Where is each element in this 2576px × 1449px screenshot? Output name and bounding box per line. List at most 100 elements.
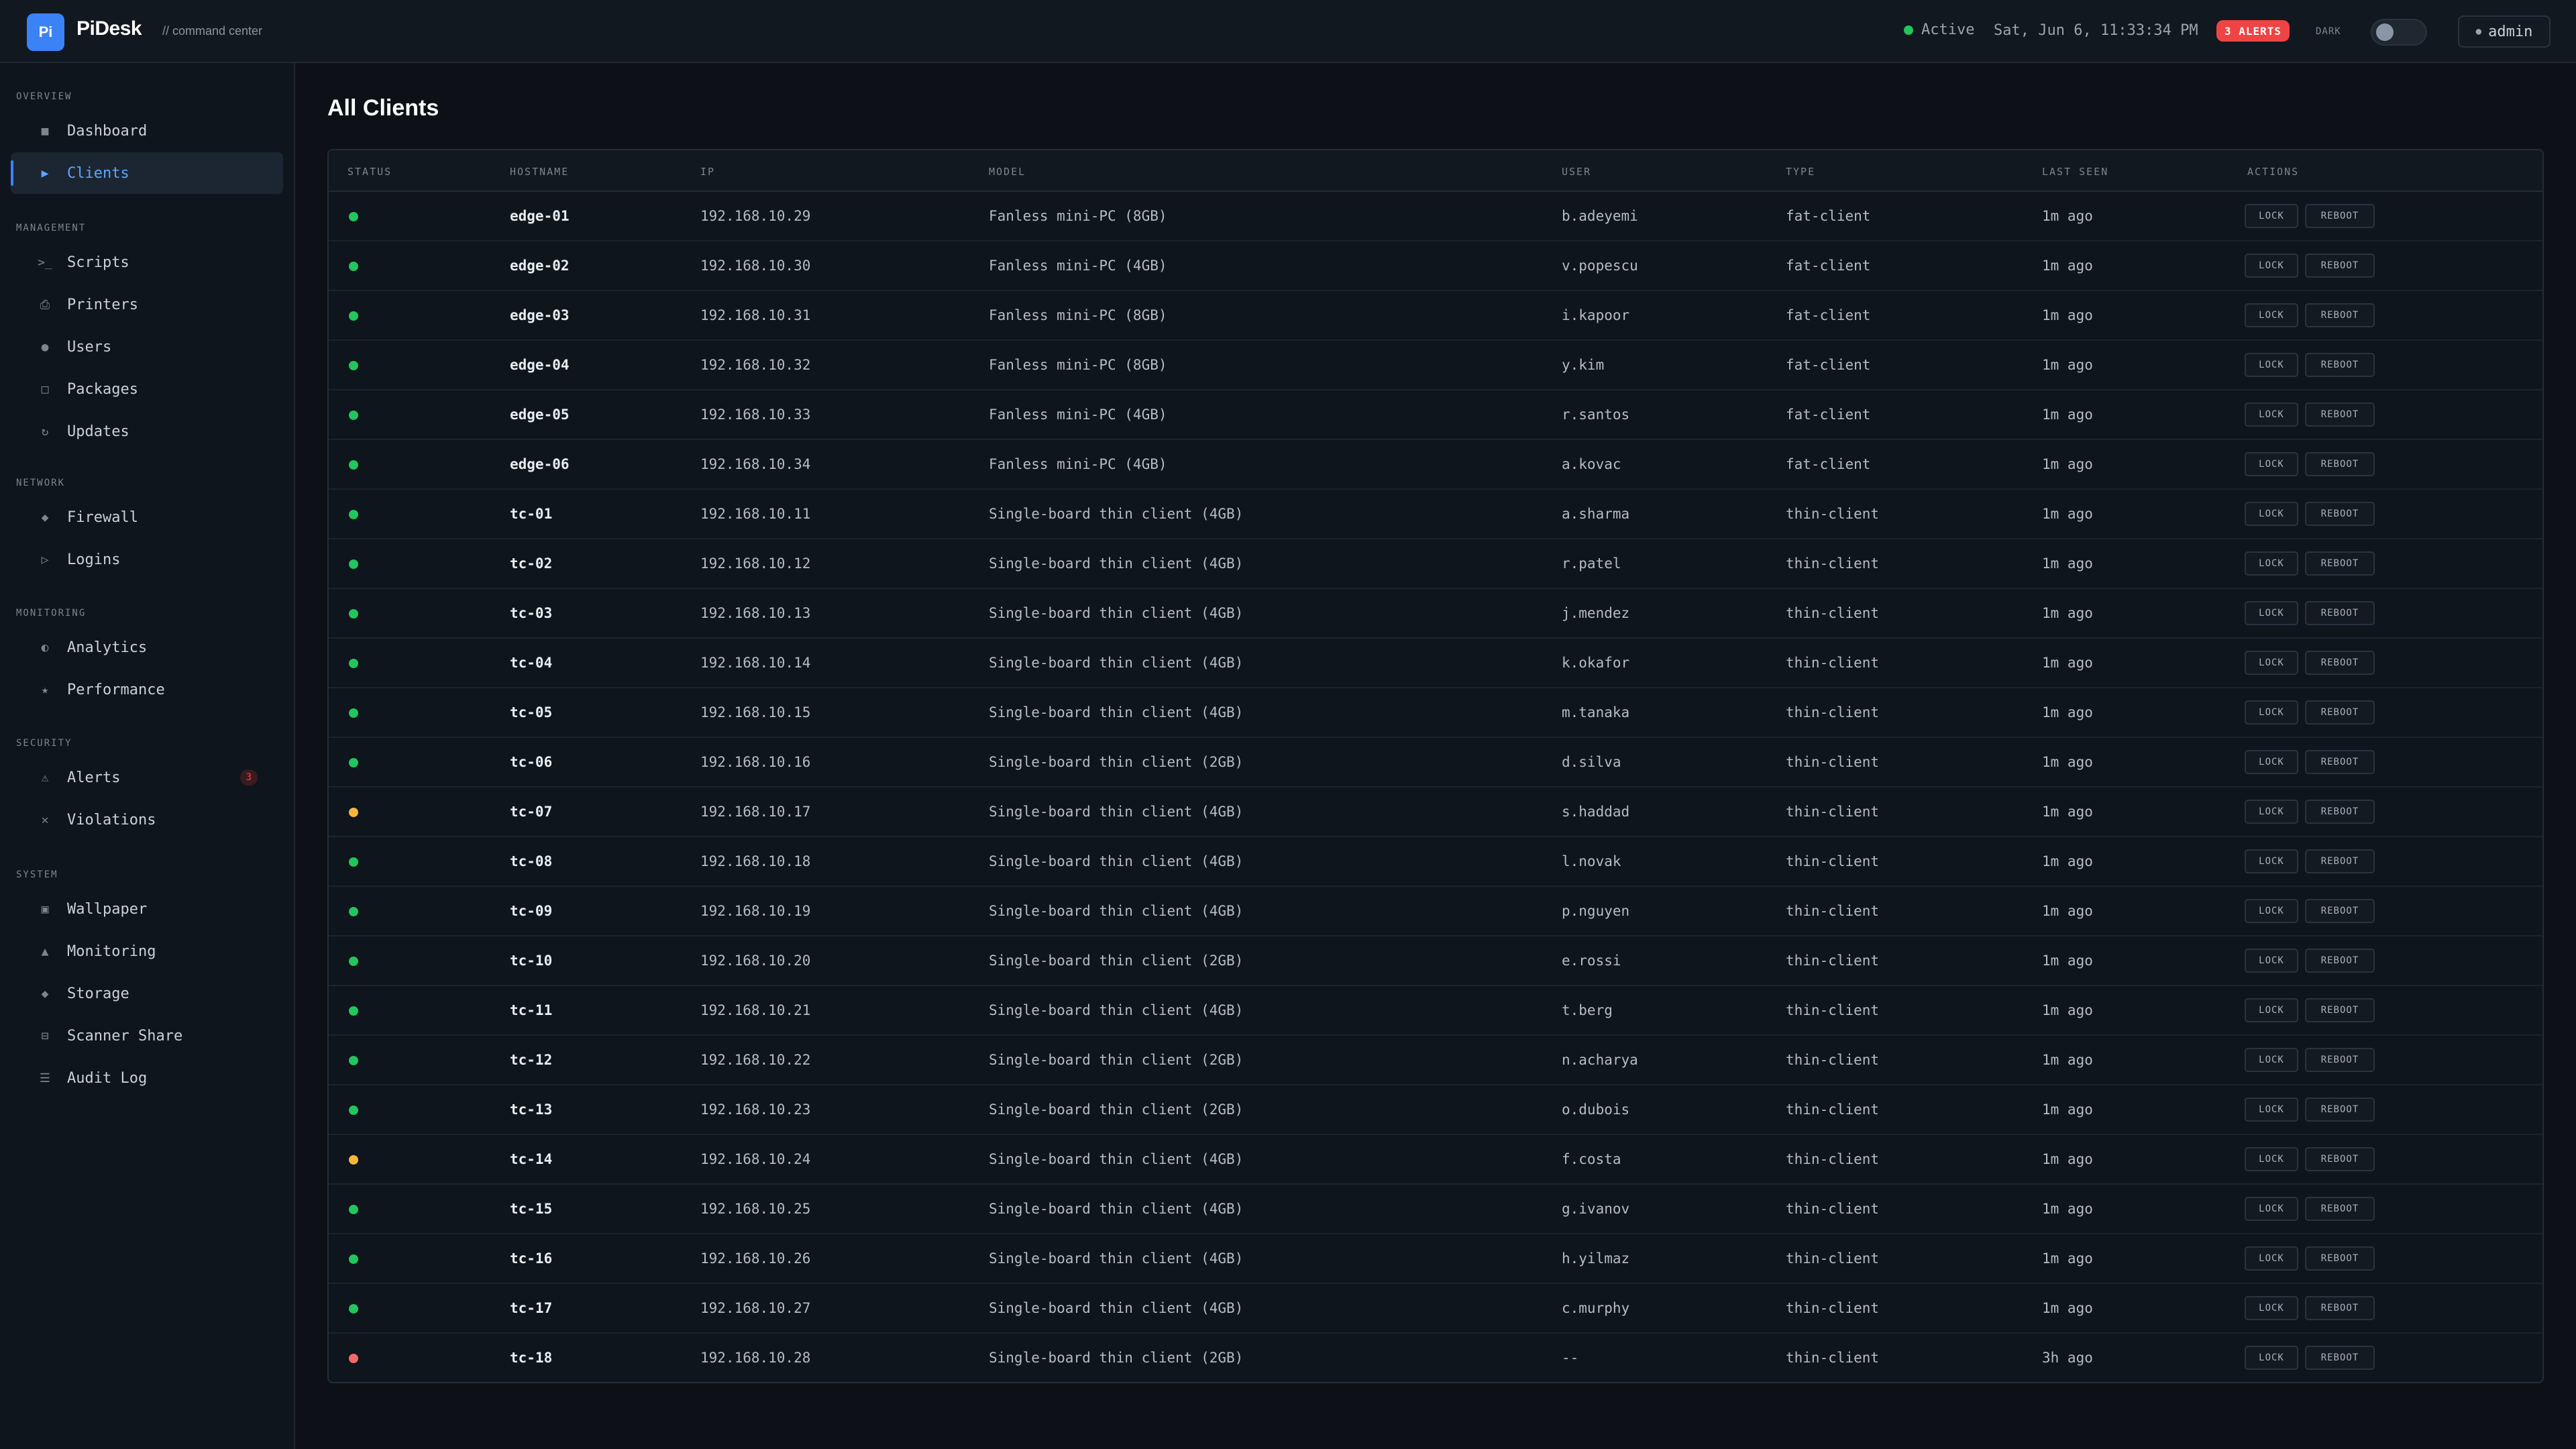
lock-button[interactable]: LOCK — [2245, 1246, 2298, 1271]
table-row[interactable]: tc-14 192.168.10.24 Single-board thin clie… — [329, 1135, 2542, 1185]
table-row[interactable]: edge-02 192.168.10.30 Fanless mini-PC (4GB… — [329, 241, 2542, 291]
sidebar-item-monitoring[interactable]: ▲ Monitoring — [11, 930, 283, 972]
user-menu-button[interactable]: ● admin — [2458, 15, 2551, 48]
reboot-button[interactable]: REBOOT — [2305, 800, 2375, 824]
lock-button[interactable]: LOCK — [2245, 1296, 2298, 1320]
lock-button[interactable]: LOCK — [2245, 750, 2298, 774]
sidebar-item-storage[interactable]: ◆ Storage — [11, 973, 283, 1014]
table-row[interactable]: edge-05 192.168.10.33 Fanless mini-PC (4GB… — [329, 390, 2542, 440]
sidebar-item-wallpaper[interactable]: ▣ Wallpaper — [11, 888, 283, 930]
sidebar-item-printers[interactable]: ⎙ Printers — [11, 284, 283, 325]
reboot-button[interactable]: REBOOT — [2305, 849, 2375, 873]
sidebar-item-performance[interactable]: ★ Performance — [11, 669, 283, 710]
reboot-button[interactable]: REBOOT — [2305, 601, 2375, 625]
reboot-button[interactable]: REBOOT — [2305, 502, 2375, 526]
reboot-button[interactable]: REBOOT — [2305, 1147, 2375, 1171]
sidebar-item-packages[interactable]: □ Packages — [11, 368, 283, 410]
table-row[interactable]: tc-15 192.168.10.25 Single-board thin clie… — [329, 1185, 2542, 1234]
reboot-button[interactable]: REBOOT — [2305, 254, 2375, 278]
lock-button[interactable]: LOCK — [2245, 998, 2298, 1022]
sidebar-item-scanner-share[interactable]: ⊟ Scanner Share — [11, 1015, 283, 1057]
table-row[interactable]: tc-11 192.168.10.21 Single-board thin clie… — [329, 986, 2542, 1036]
lock-button[interactable]: LOCK — [2245, 800, 2298, 824]
table-row[interactable]: tc-12 192.168.10.22 Single-board thin clie… — [329, 1036, 2542, 1085]
column-header-user[interactable]: USER — [1562, 166, 1591, 178]
reboot-button[interactable]: REBOOT — [2305, 402, 2375, 427]
table-row[interactable]: tc-17 192.168.10.27 Single-board thin clie… — [329, 1284, 2542, 1334]
table-row[interactable]: tc-05 192.168.10.15 Single-board thin clie… — [329, 688, 2542, 738]
table-row[interactable]: tc-08 192.168.10.18 Single-board thin clie… — [329, 837, 2542, 887]
column-header-hostname[interactable]: HOSTNAME — [510, 166, 569, 178]
sidebar-item-users[interactable]: ● Users — [11, 326, 283, 368]
reboot-button[interactable]: REBOOT — [2305, 303, 2375, 327]
lock-button[interactable]: LOCK — [2245, 1346, 2298, 1370]
lock-button[interactable]: LOCK — [2245, 651, 2298, 675]
reboot-button[interactable]: REBOOT — [2305, 1197, 2375, 1221]
sidebar-item-dashboard[interactable]: ■ Dashboard — [11, 110, 283, 152]
lock-button[interactable]: LOCK — [2245, 1048, 2298, 1072]
table-row[interactable]: tc-06 192.168.10.16 Single-board thin clie… — [329, 738, 2542, 788]
dark-mode-toggle[interactable] — [2371, 19, 2427, 46]
lock-button[interactable]: LOCK — [2245, 1147, 2298, 1171]
lock-button[interactable]: LOCK — [2245, 502, 2298, 526]
table-row[interactable]: edge-01 192.168.10.29 Fanless mini-PC (8GB… — [329, 192, 2542, 241]
sidebar-item-analytics[interactable]: ◐ Analytics — [11, 627, 283, 668]
lock-button[interactable]: LOCK — [2245, 303, 2298, 327]
lock-button[interactable]: LOCK — [2245, 899, 2298, 923]
table-row[interactable]: tc-04 192.168.10.14 Single-board thin clie… — [329, 639, 2542, 688]
sidebar-item-firewall[interactable]: ◆ Firewall — [11, 496, 283, 538]
lock-button[interactable]: LOCK — [2245, 1197, 2298, 1221]
reboot-button[interactable]: REBOOT — [2305, 1296, 2375, 1320]
lock-button[interactable]: LOCK — [2245, 949, 2298, 973]
column-header-ip[interactable]: IP — [700, 166, 715, 178]
reboot-button[interactable]: REBOOT — [2305, 998, 2375, 1022]
lock-button[interactable]: LOCK — [2245, 254, 2298, 278]
table-row[interactable]: tc-07 192.168.10.17 Single-board thin clie… — [329, 788, 2542, 837]
sidebar-item-audit-log[interactable]: ☰ Audit Log — [11, 1057, 283, 1099]
lock-button[interactable]: LOCK — [2245, 204, 2298, 228]
reboot-button[interactable]: REBOOT — [2305, 204, 2375, 228]
sidebar-item-clients[interactable]: ▶ Clients — [11, 152, 283, 194]
reboot-button[interactable]: REBOOT — [2305, 551, 2375, 576]
reboot-button[interactable]: REBOOT — [2305, 353, 2375, 377]
column-header-last-seen[interactable]: LAST SEEN — [2042, 166, 2108, 178]
reboot-button[interactable]: REBOOT — [2305, 700, 2375, 724]
sidebar-item-violations[interactable]: ✕ Violations — [11, 799, 283, 841]
lock-button[interactable]: LOCK — [2245, 402, 2298, 427]
reboot-button[interactable]: REBOOT — [2305, 452, 2375, 476]
lock-button[interactable]: LOCK — [2245, 601, 2298, 625]
sidebar-item-logins[interactable]: ▷ Logins — [11, 539, 283, 580]
lock-button[interactable]: LOCK — [2245, 353, 2298, 377]
column-header-model[interactable]: MODEL — [989, 166, 1026, 178]
reboot-button[interactable]: REBOOT — [2305, 750, 2375, 774]
table-row[interactable]: tc-03 192.168.10.13 Single-board thin clie… — [329, 589, 2542, 639]
lock-button[interactable]: LOCK — [2245, 551, 2298, 576]
reboot-button[interactable]: REBOOT — [2305, 1246, 2375, 1271]
reboot-button[interactable]: REBOOT — [2305, 949, 2375, 973]
table-row[interactable]: tc-13 192.168.10.23 Single-board thin clie… — [329, 1085, 2542, 1135]
alerts-badge[interactable]: 3 ALERTS — [2216, 20, 2290, 42]
lock-button[interactable]: LOCK — [2245, 452, 2298, 476]
sidebar-item-scripts[interactable]: >_ Scripts — [11, 241, 283, 283]
table-row[interactable]: edge-03 192.168.10.31 Fanless mini-PC (8GB… — [329, 291, 2542, 341]
reboot-button[interactable]: REBOOT — [2305, 1097, 2375, 1122]
table-row[interactable]: tc-02 192.168.10.12 Single-board thin clie… — [329, 539, 2542, 589]
sidebar-item-alerts[interactable]: ⚠ Alerts 3 — [11, 757, 283, 798]
table-row[interactable]: tc-16 192.168.10.26 Single-board thin clie… — [329, 1234, 2542, 1284]
column-header-type[interactable]: TYPE — [1786, 166, 1815, 178]
column-header-actions[interactable]: ACTIONS — [2247, 166, 2299, 178]
lock-button[interactable]: LOCK — [2245, 1097, 2298, 1122]
reboot-button[interactable]: REBOOT — [2305, 1048, 2375, 1072]
table-row[interactable]: edge-06 192.168.10.34 Fanless mini-PC (4GB… — [329, 440, 2542, 490]
lock-button[interactable]: LOCK — [2245, 849, 2298, 873]
table-row[interactable]: tc-09 192.168.10.19 Single-board thin clie… — [329, 887, 2542, 936]
table-row[interactable]: tc-10 192.168.10.20 Single-board thin clie… — [329, 936, 2542, 986]
lock-button[interactable]: LOCK — [2245, 700, 2298, 724]
table-row[interactable]: tc-18 192.168.10.28 Single-board thin clie… — [329, 1334, 2542, 1382]
reboot-button[interactable]: REBOOT — [2305, 651, 2375, 675]
table-row[interactable]: edge-04 192.168.10.32 Fanless mini-PC (8GB… — [329, 341, 2542, 390]
reboot-button[interactable]: REBOOT — [2305, 1346, 2375, 1370]
table-row[interactable]: tc-01 192.168.10.11 Single-board thin clie… — [329, 490, 2542, 539]
sidebar-item-updates[interactable]: ↻ Updates — [11, 411, 283, 452]
reboot-button[interactable]: REBOOT — [2305, 899, 2375, 923]
